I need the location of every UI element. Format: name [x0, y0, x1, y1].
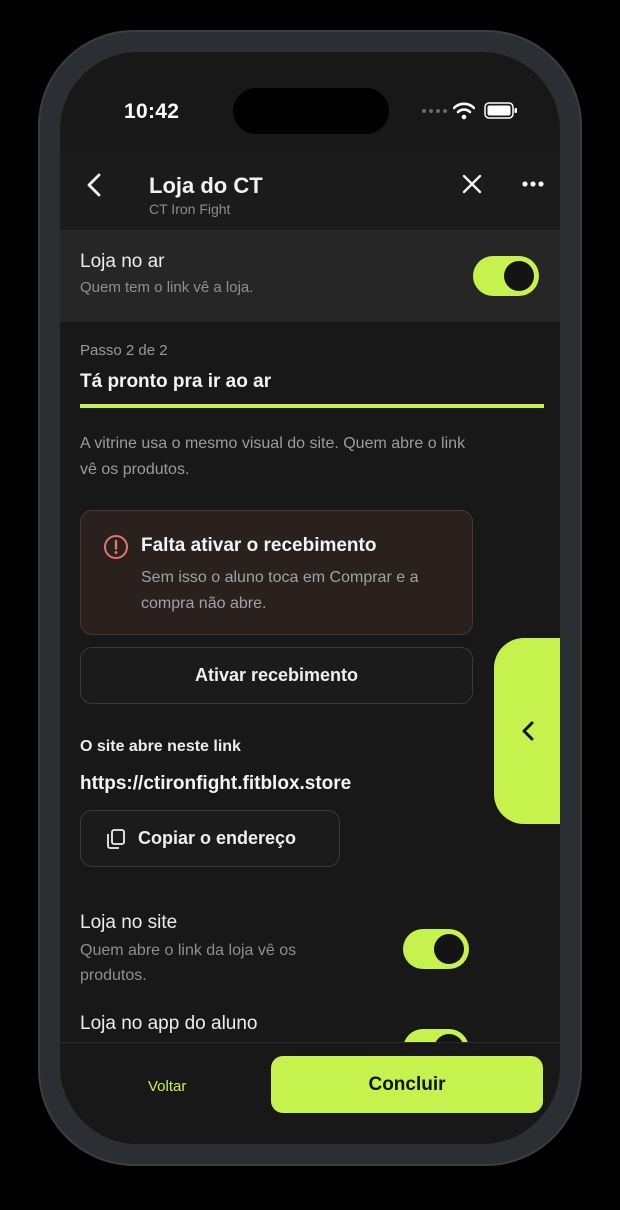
copy-icon: [107, 828, 125, 849]
store-site-description: Quem abre o link da loja vê os produtos.: [80, 942, 297, 984]
dynamic-island: [233, 88, 389, 134]
battery-icon: [484, 102, 517, 119]
step-title: Tá pronto pra ir ao ar: [80, 371, 272, 392]
screen: 10:42 Loja do CT CT Iron Fight Loja no a…: [60, 52, 560, 1144]
page-title: Loja do CT: [149, 173, 263, 198]
status-time: 10:42: [124, 100, 180, 123]
signal-icon: [422, 109, 447, 113]
store-online-toggle[interactable]: [473, 256, 539, 296]
phone-frame: 10:42 Loja do CT CT Iron Fight Loja no a…: [38, 30, 582, 1166]
link-label: O site abre neste link: [80, 738, 241, 755]
progress-fill: [80, 404, 544, 408]
chevron-left-icon: [522, 721, 534, 741]
step-description: A vitrine usa o mesmo visual do site. Qu…: [80, 435, 466, 478]
side-panel-tab[interactable]: [494, 638, 560, 824]
step-indicator: Passo 2 de 2: [80, 342, 168, 359]
store-site-toggle[interactable]: [403, 929, 469, 969]
alert-icon: [104, 535, 128, 559]
store-online-description: Quem tem o link vê a loja.: [80, 279, 254, 296]
alert-title: Falta ativar o recebimento: [141, 535, 377, 556]
close-icon[interactable]: [460, 172, 484, 196]
store-online-row: Loja no ar Quem tem o link vê a loja.: [60, 230, 560, 322]
bottom-bar: Voltar Concluir: [60, 1042, 560, 1144]
alert-body: Sem isso o aluno toca em Comprar e a com…: [141, 569, 419, 612]
progress-bar: [80, 404, 544, 408]
activate-payment-button[interactable]: Ativar recebimento: [80, 647, 473, 704]
store-online-label: Loja no ar: [80, 251, 165, 272]
wifi-icon: [453, 102, 475, 120]
payment-alert: Falta ativar o recebimento Sem isso o al…: [80, 510, 473, 635]
toggle-knob: [504, 261, 534, 291]
back-button[interactable]: Voltar: [148, 1078, 186, 1095]
toggle-knob: [434, 934, 464, 964]
header: Loja do CT CT Iron Fight: [60, 152, 560, 230]
finish-button[interactable]: Concluir: [271, 1056, 543, 1113]
copy-address-button[interactable]: Copiar o endereço: [80, 810, 340, 867]
store-url: https://ctironfight.fitblox.store: [80, 773, 352, 794]
page-subtitle: CT Iron Fight: [149, 201, 231, 217]
more-icon[interactable]: [521, 180, 545, 188]
back-icon[interactable]: [82, 172, 108, 198]
copy-address-label: Copiar o endereço: [138, 828, 297, 848]
